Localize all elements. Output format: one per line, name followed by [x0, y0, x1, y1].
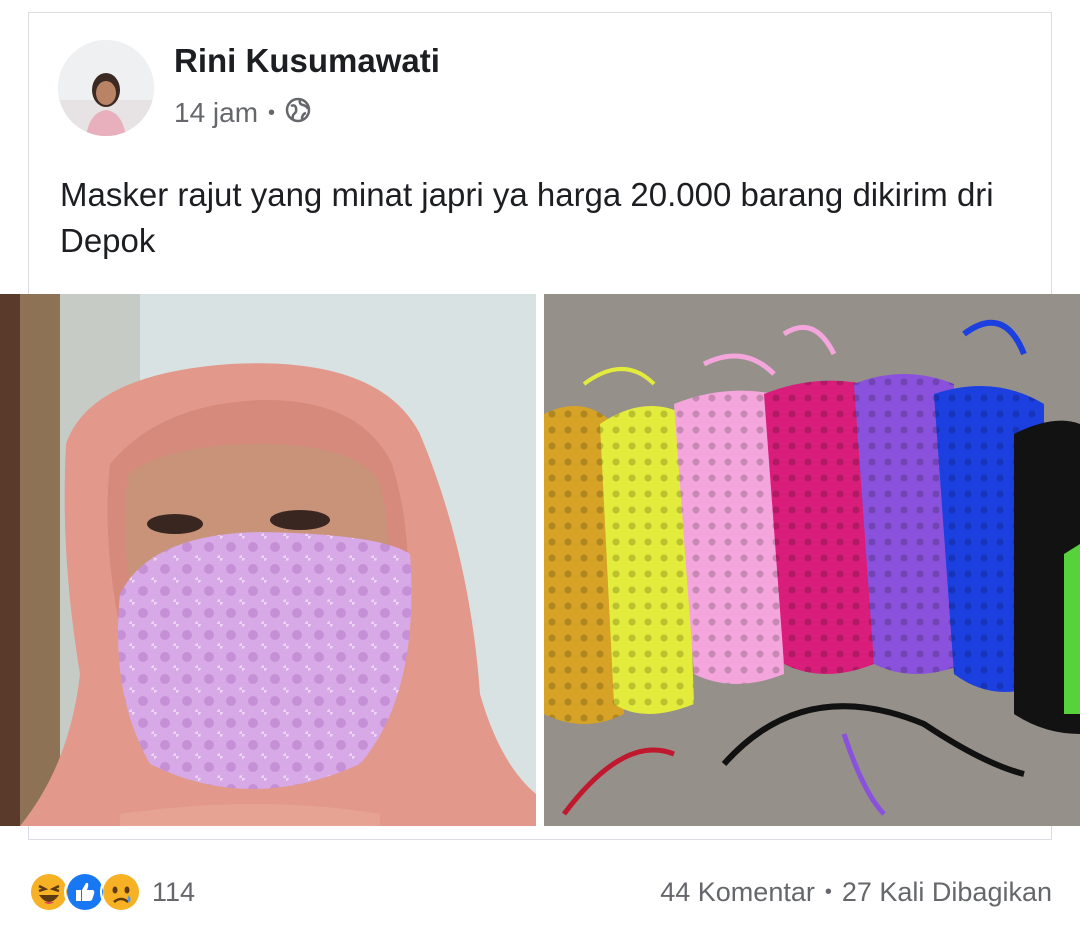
photo-mask-wearer[interactable] [0, 294, 536, 826]
reaction-count: 114 [152, 876, 196, 907]
sad-emoji-icon [100, 871, 142, 913]
globe-icon[interactable] [285, 97, 311, 130]
stats-separator: • [824, 880, 832, 903]
meta-separator: • [268, 101, 276, 124]
comments-count[interactable]: 44 Komentar [660, 877, 815, 908]
avatar[interactable] [58, 40, 154, 136]
post-time[interactable]: 14 jam [174, 97, 258, 129]
post-text: Masker rajut yang minat japri ya harga 2… [60, 176, 994, 259]
post-meta: 14 jam • [174, 96, 311, 130]
shares-count[interactable]: 27 Kali Dibagikan [842, 877, 1052, 908]
author-name[interactable]: Rini Kusumawati [174, 42, 440, 80]
photo-colorful-masks[interactable] [544, 294, 1080, 826]
post-footer: 114 44 Komentar • 27 Kali Dibagikan [28, 868, 1052, 916]
reactions-summary[interactable]: 114 [28, 871, 195, 913]
post-stats: 44 Komentar • 27 Kali Dibagikan [660, 877, 1052, 908]
